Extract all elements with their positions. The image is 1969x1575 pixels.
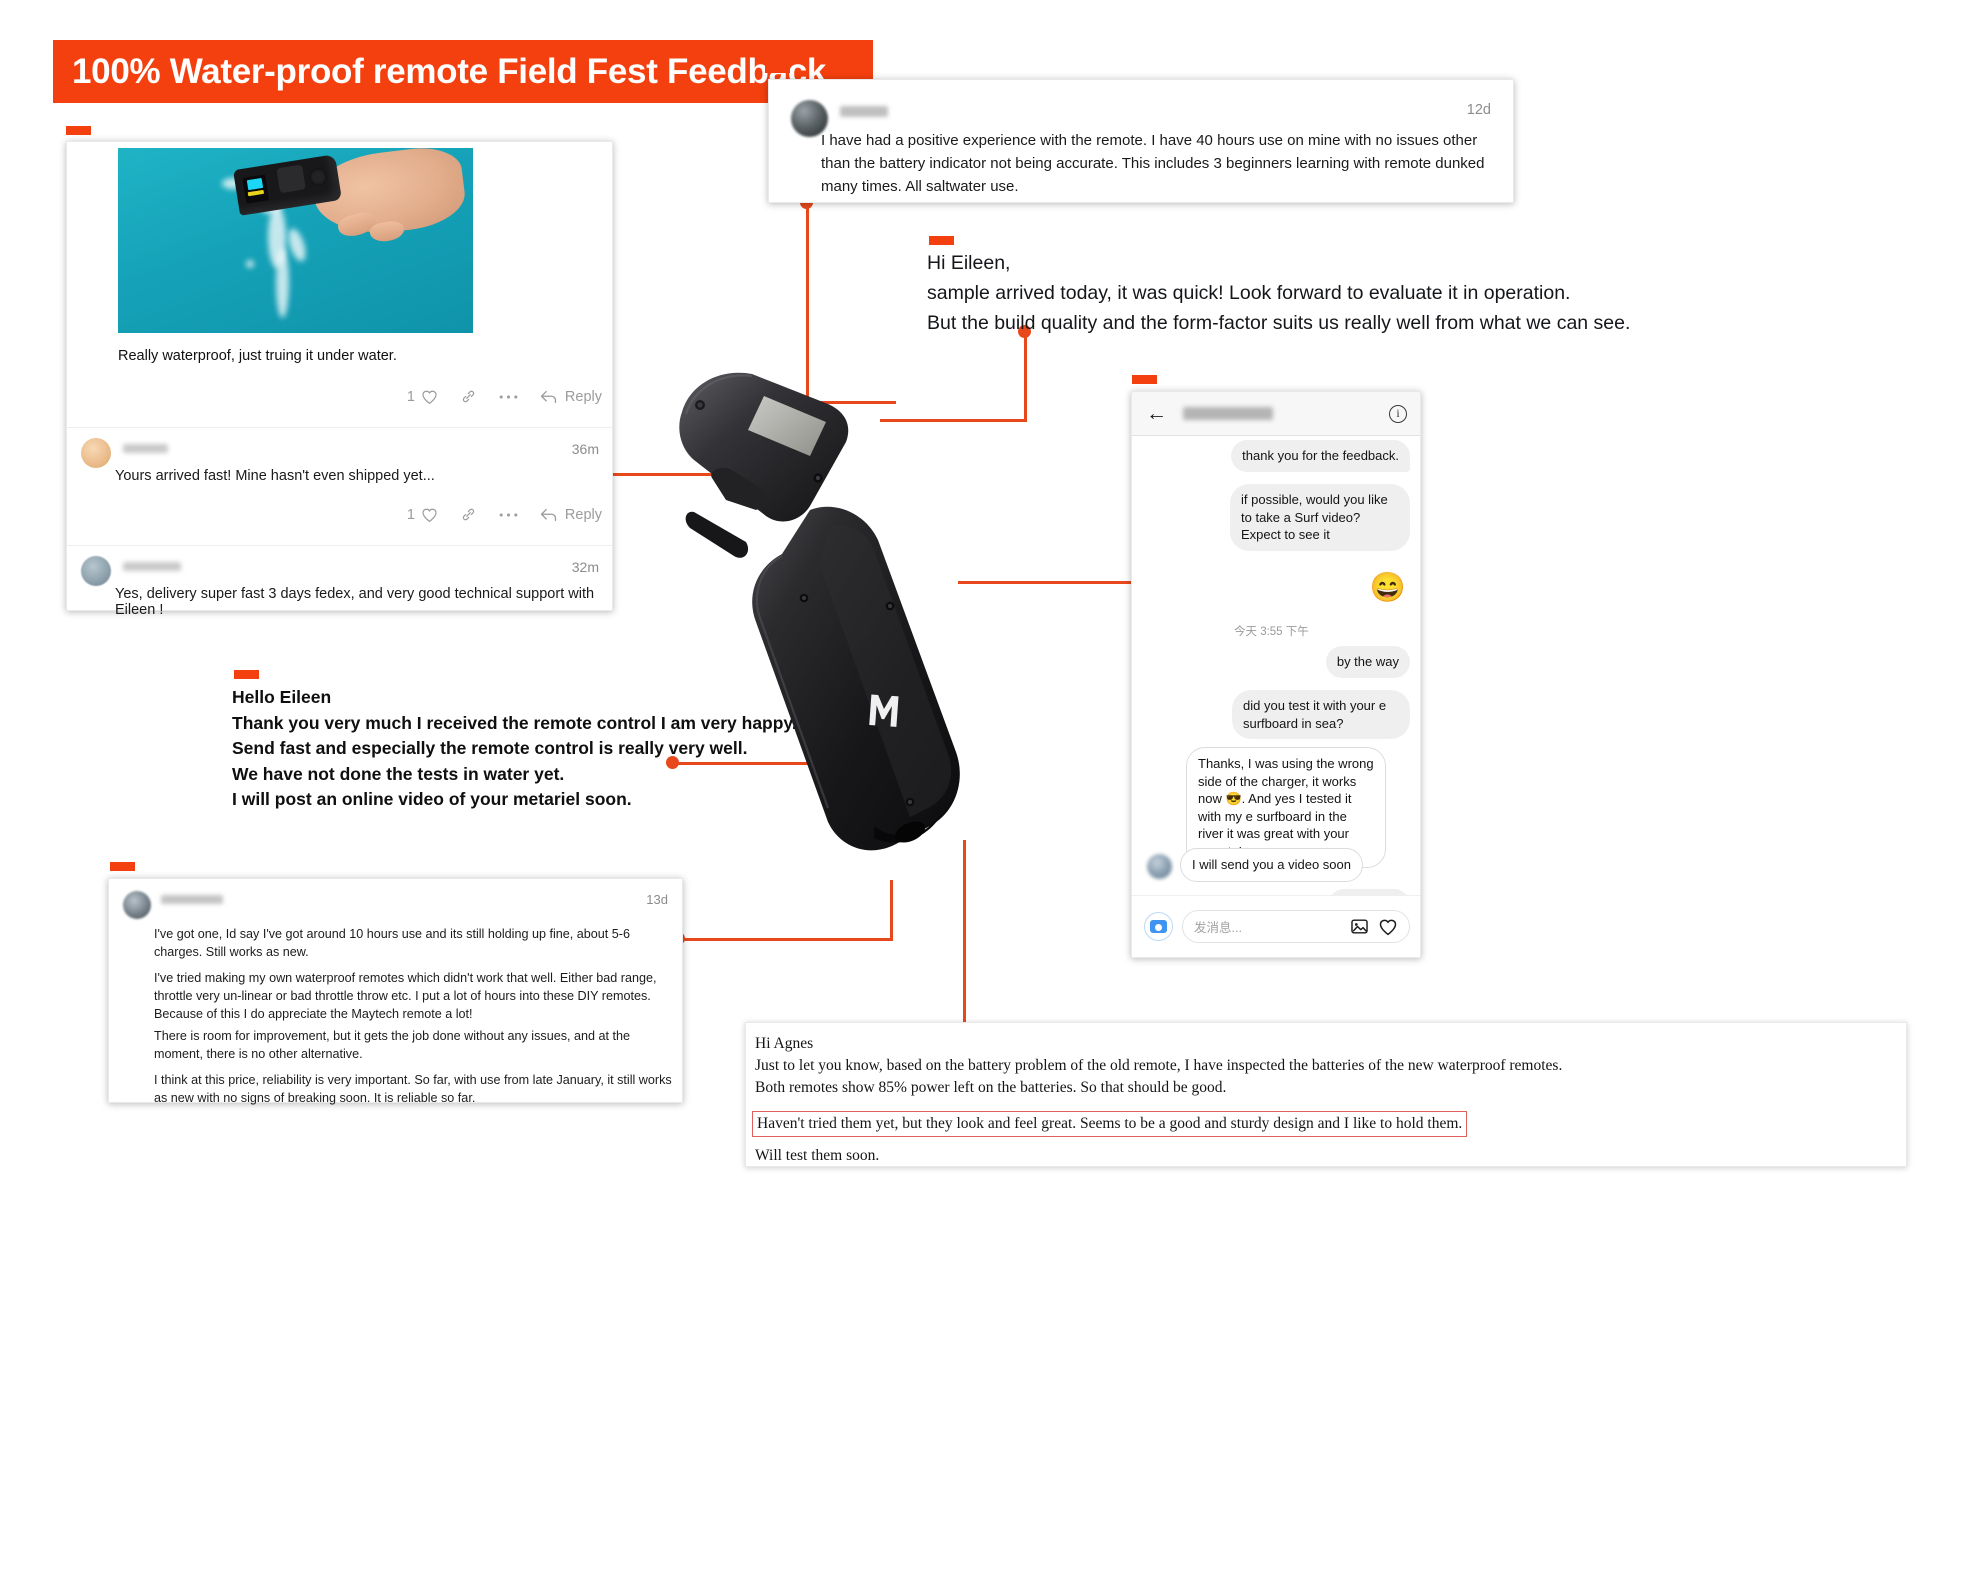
heart-icon [422, 508, 437, 522]
review-timestamp: 13d [646, 892, 668, 907]
commenter-name [123, 562, 181, 571]
hi-agnes-line-1: Hi Agnes [755, 1035, 814, 1052]
info-circle-icon[interactable]: i [1389, 405, 1407, 423]
tick-mark-left-feed [66, 126, 91, 135]
chat-bubble: I will send you a video soon [1180, 848, 1363, 882]
waterproof-test-video-thumbnail[interactable] [118, 148, 473, 333]
chat-header: ← i [1132, 392, 1420, 436]
commenter-name [123, 444, 168, 453]
tick-mark-long-review [110, 862, 135, 871]
chat-bubble: if possible, would you like to take a Su… [1230, 484, 1410, 551]
connector-line-long-review [678, 938, 893, 941]
more-options-button[interactable] [499, 512, 518, 518]
reply-label: Reply [564, 506, 602, 523]
chat-bubble: by the way [1325, 646, 1410, 678]
review-timestamp: 12d [1466, 102, 1491, 118]
page-title: 100% Water-proof remote Field Fest Feedb… [72, 51, 827, 91]
hi-agnes-closing: Will test them soon. [755, 1147, 880, 1164]
message-input[interactable]: 发消息... [1182, 910, 1410, 943]
hi-agnes-line-2: Just to let you know, based on the batte… [755, 1057, 1563, 1074]
chat-bubble: did you test it with your e surfboard in… [1232, 690, 1410, 739]
review-text: I have had a positive experience with th… [821, 132, 1485, 195]
reply-arrow-icon [540, 508, 557, 521]
chat-emoji: 😄 [1369, 572, 1406, 604]
hi-agnes-message-card: Hi Agnes Just to let you know, based on … [745, 1022, 1907, 1167]
hi-eileen-line-2: sample arrived today, it was quick! Look… [927, 282, 1571, 304]
like-count: 1 [406, 388, 415, 405]
link-icon [462, 390, 475, 403]
review-paragraph: I think at this price, reliability is ve… [154, 1073, 672, 1105]
like-button[interactable]: 1 [407, 507, 438, 523]
brand-logo-m-icon [869, 694, 899, 727]
avatar [81, 438, 111, 468]
reviewer-name [840, 106, 888, 117]
review-paragraph: I've tried making my own waterproof remo… [154, 971, 657, 1021]
hi-eileen-line-3: But the build quality and the form-facto… [927, 312, 1631, 334]
more-options-button[interactable] [499, 394, 518, 400]
image-icon[interactable] [1350, 917, 1369, 936]
post-caption: Really waterproof, just truing it under … [118, 348, 397, 364]
highlighted-quote-text: Haven't tried them yet, but they look an… [757, 1115, 1463, 1132]
chat-contact-name [1183, 407, 1273, 420]
post-action-row: 1 Reply [407, 388, 602, 405]
long-review-card: 13d I've got one, Id say I've got around… [108, 878, 683, 1105]
avatar [1147, 854, 1172, 879]
camera-icon[interactable] [1144, 912, 1173, 941]
copy-link-button[interactable] [460, 388, 477, 405]
like-button[interactable]: 1 [407, 389, 438, 405]
tick-mark-hello-eileen [234, 670, 259, 679]
reviewer-name [161, 895, 223, 904]
remote-control-illustration [679, 372, 960, 851]
tick-mark-chat [1132, 375, 1157, 384]
product-photo-remote-control [660, 360, 1030, 880]
message-input-placeholder: 发消息... [1194, 921, 1242, 935]
hi-eileen-message: Hi Eileen, sample arrived today, it was … [927, 248, 1947, 338]
chat-timestamp: 今天 3:55 下午 [1234, 626, 1309, 638]
instagram-feed-card: Really waterproof, just truing it under … [66, 141, 613, 618]
heart-icon[interactable] [1378, 918, 1398, 936]
hi-eileen-line-1: Hi Eileen, [927, 252, 1011, 274]
comment-text: Yours arrived fast! Mine hasn't even shi… [115, 468, 435, 484]
heart-icon [422, 390, 437, 404]
avatar [81, 556, 111, 586]
page-banner: 100% Water-proof remote Field Fest Feedb… [53, 40, 873, 103]
divider [67, 545, 612, 546]
comment-timestamp: 36m [571, 441, 599, 457]
reply-button[interactable]: Reply [540, 389, 602, 405]
review-paragraph: There is room for improvement, but it ge… [154, 1029, 631, 1061]
back-arrow-icon[interactable]: ← [1146, 403, 1167, 424]
copy-link-button[interactable] [460, 506, 477, 523]
like-count: 1 [406, 506, 415, 523]
avatar [123, 891, 151, 919]
reply-button[interactable]: Reply [540, 507, 602, 523]
chat-input-bar: 发消息... [1132, 895, 1420, 957]
comment-action-row: 1 Reply [407, 506, 602, 523]
highlighted-quote: Haven't tried them yet, but they look an… [752, 1111, 1468, 1137]
divider [67, 427, 612, 428]
hi-agnes-line-3: Both remotes show 85% power left on the … [755, 1079, 1227, 1096]
tick-mark-top-review [765, 64, 790, 73]
tick-mark-hi-eileen [929, 236, 954, 245]
direct-message-chat-panel: ← i thank you for the feedback. if possi… [1131, 391, 1421, 958]
chat-bubble: thank you for the feedback. [1231, 440, 1410, 472]
top-review-card: 12d I have had a positive experience wit… [768, 79, 1514, 203]
reply-label: Reply [564, 388, 602, 405]
ellipsis-icon [499, 512, 518, 517]
chat-message-list[interactable]: thank you for the feedback. if possible,… [1132, 436, 1420, 957]
ellipsis-icon [499, 394, 518, 399]
link-icon [462, 508, 475, 521]
comment-timestamp: 32m [571, 559, 599, 575]
reply-arrow-icon [540, 390, 557, 403]
connector-line-long-review-v [890, 880, 893, 940]
review-paragraph: I've got one, Id say I've got around 10 … [154, 927, 630, 959]
comment-text: Yes, delivery super fast 3 days fedex, a… [115, 586, 595, 618]
